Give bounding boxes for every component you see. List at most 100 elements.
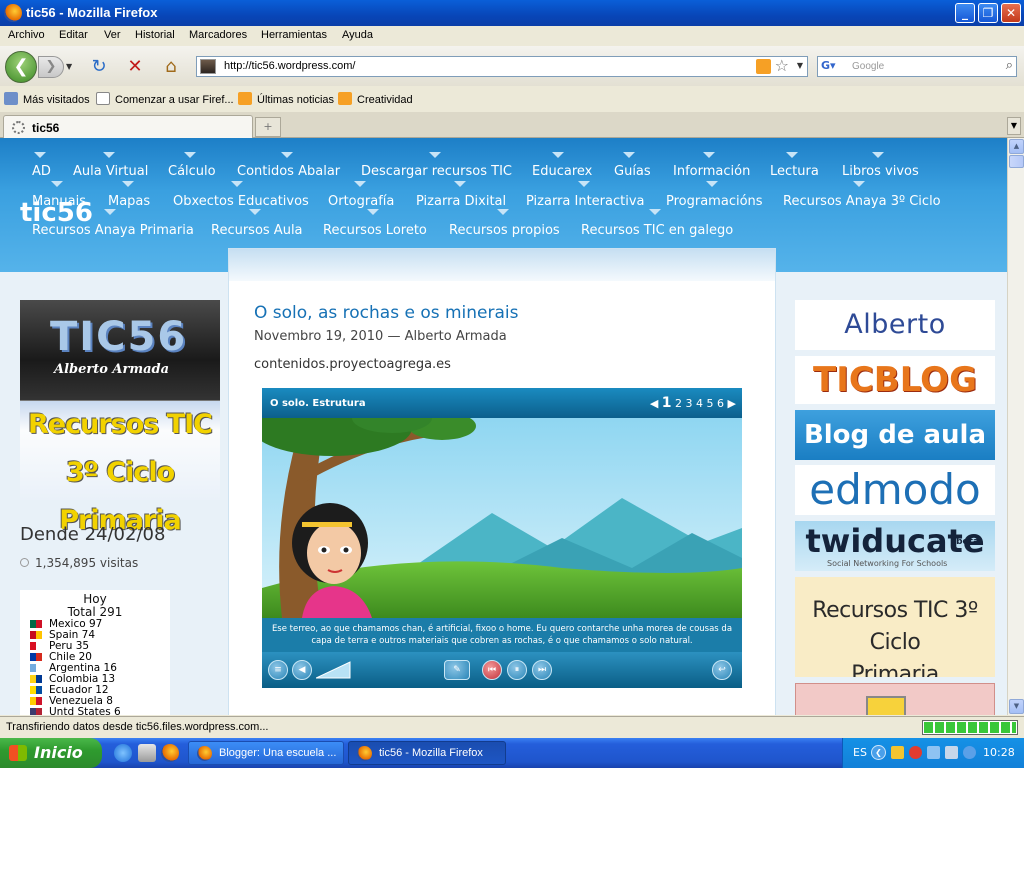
address-dropdown-icon[interactable]: ▼ — [797, 61, 803, 70]
firefox-quicklaunch-icon[interactable] — [161, 744, 179, 762]
country-flag-icon — [30, 664, 42, 672]
nav-ortografia[interactable]: Ortografía — [328, 181, 394, 209]
sync-icon[interactable] — [963, 746, 976, 759]
nav-guias[interactable]: Guías — [614, 152, 651, 179]
search-magnifier-icon[interactable]: ⌕ — [1006, 58, 1013, 73]
stop-icon[interactable]: ✕ — [124, 56, 146, 78]
bookmark-star-icon[interactable]: ☆ — [775, 56, 789, 75]
menu-archivo[interactable]: Archivo — [8, 29, 45, 41]
address-bar[interactable]: http://tic56.wordpress.com/ ☆ ▼ — [196, 56, 808, 77]
google-engine-icon[interactable]: G▾ — [821, 59, 839, 74]
volume-icon[interactable]: ◀ — [292, 660, 312, 680]
system-clock[interactable]: 10:28 — [983, 746, 1015, 759]
bookmark-ultimas-noticias[interactable]: Últimas noticias — [238, 92, 334, 106]
nav-aula-virtual[interactable]: Aula Virtual — [73, 152, 148, 179]
recursos-tic-ciclo-banner[interactable]: Recursos TIC 3º Ciclo Primaria — [795, 577, 995, 677]
close-button[interactable]: ✕ — [1001, 3, 1021, 23]
blog-de-aula-banner[interactable]: Blog de aula — [795, 410, 995, 460]
vertical-scrollbar[interactable]: ▲ ▼ — [1007, 138, 1024, 715]
ticblog-banner[interactable]: TICBLOG — [795, 356, 995, 404]
taskbar-item-blogger[interactable]: Blogger: Una escuela ... — [188, 741, 344, 765]
post-title[interactable]: O solo, as rochas e os minerais — [254, 303, 519, 323]
window-titlebar[interactable]: tic56 - Mozilla Firefox _ ❐ ✕ — [0, 0, 1024, 26]
network-icon[interactable] — [927, 746, 940, 759]
glossary-icon[interactable]: ✎ — [444, 660, 470, 680]
menu-icon[interactable]: ≡ — [268, 660, 288, 680]
flash-current-page[interactable]: 1 — [662, 395, 672, 411]
reload-icon[interactable]: ↻ — [88, 56, 110, 78]
nav-arrow-icon — [184, 152, 196, 158]
exit-icon[interactable]: ↩ — [712, 660, 732, 680]
minimize-button[interactable]: _ — [955, 3, 975, 23]
nav-recursos-anaya-3[interactable]: Recursos Anaya 3º Ciclo — [783, 181, 941, 209]
menu-herramientas[interactable]: Herramientas — [261, 29, 327, 41]
menu-marcadores[interactable]: Marcadores — [189, 29, 247, 41]
taskbar-item-label: tic56 - Mozilla Firefox — [379, 747, 483, 759]
nav-recursos-aula[interactable]: Recursos Aula — [211, 209, 303, 238]
tray-expand-icon[interactable]: ❮ — [871, 745, 886, 760]
nav-lectura[interactable]: Lectura — [770, 152, 819, 179]
nav-recursos-propios[interactable]: Recursos propios — [449, 209, 560, 238]
nav-educarex[interactable]: Educarex — [532, 152, 592, 179]
nav-programacions[interactable]: Programacións — [666, 181, 763, 209]
nav-obxectos-educativos[interactable]: Obxectos Educativos — [173, 181, 309, 209]
nav-recursos-anaya-primaria[interactable]: Recursos Anaya Primaria — [32, 209, 194, 238]
flash-embed[interactable]: O solo. Estrutura ◀ 1 2 3 4 5 6 ▶ Ese te… — [262, 388, 742, 688]
country-counter-widget[interactable]: Hoy Total 291 Mexico 97 Spain 74 Peru 35 Ch… — [20, 590, 170, 715]
restore-button[interactable]: ❐ — [978, 3, 998, 23]
new-tab-button[interactable]: + — [255, 117, 281, 137]
nav-arrow-icon — [872, 152, 884, 158]
language-indicator[interactable]: ES — [853, 746, 867, 759]
twiducate-banner[interactable]: twiducate beta Social Networking For Sch… — [795, 521, 995, 571]
antivirus-icon[interactable] — [909, 746, 922, 759]
menu-ver[interactable]: Ver — [104, 29, 121, 41]
bookmark-mas-visitados[interactable]: Más visitados — [4, 92, 90, 106]
recursos-tic-banner[interactable]: Recursos TIC 3º Ciclo Primaria — [20, 400, 220, 536]
tab-list-dropdown-icon[interactable]: ▼ — [1007, 117, 1021, 135]
internet-explorer-icon[interactable] — [114, 744, 132, 762]
nav-pizarra-dixital[interactable]: Pizarra Dixital — [416, 181, 506, 209]
bookmark-comenzar[interactable]: Comenzar a usar Firef... — [96, 92, 234, 106]
menu-editar[interactable]: Editar — [59, 29, 88, 41]
home-icon[interactable]: ⌂ — [160, 56, 182, 78]
nav-descargar-recursos[interactable]: Descargar recursos TIC — [361, 152, 512, 179]
nav-manuais[interactable]: Manuais — [32, 181, 86, 209]
scroll-down-button[interactable]: ▼ — [1009, 699, 1024, 714]
rewind-icon[interactable]: ⏮ — [482, 660, 502, 680]
nav-ad[interactable]: AD — [32, 152, 51, 179]
rss-feed-icon[interactable] — [756, 59, 771, 74]
bookmark-creatividad[interactable]: Creatividad — [338, 92, 413, 106]
volume-tray-icon[interactable] — [945, 746, 958, 759]
history-dropdown-icon[interactable]: ▼ — [66, 62, 72, 71]
edmodo-banner[interactable]: edmodo — [795, 465, 995, 515]
flash-pagination[interactable]: ◀ 1 2 3 4 5 6 ▶ — [650, 395, 736, 411]
nav-calculo[interactable]: Cálculo — [168, 152, 216, 179]
computer-banner[interactable] — [795, 683, 995, 715]
nav-libros-vivos[interactable]: Libros vivos — [842, 152, 919, 179]
address-url[interactable]: http://tic56.wordpress.com/ — [224, 60, 355, 72]
skip-forward-icon[interactable]: ⏭ — [532, 660, 552, 680]
pause-icon[interactable]: ⏸ — [507, 660, 527, 680]
start-button[interactable]: Inicio — [0, 738, 102, 768]
scroll-up-button[interactable]: ▲ — [1009, 139, 1024, 154]
nav-contidos-abalar[interactable]: Contidos Abalar — [237, 152, 340, 179]
nav-informacion[interactable]: Información — [673, 152, 750, 179]
forward-button[interactable]: ❯ — [38, 56, 64, 78]
show-desktop-icon[interactable] — [138, 744, 156, 762]
search-box[interactable]: G▾ Google ⌕ — [817, 56, 1017, 77]
volume-slider[interactable] — [316, 660, 352, 680]
tic56-logo-banner[interactable]: TIC56 Alberto Armada — [20, 300, 220, 400]
menu-historial[interactable]: Historial — [135, 29, 175, 41]
back-button[interactable]: ❮ — [5, 51, 37, 83]
nav-recursos-tic-galego[interactable]: Recursos TIC en galego — [581, 209, 733, 238]
flash-pages[interactable]: 2 3 4 5 6 — [675, 397, 724, 410]
nav-recursos-loreto[interactable]: Recursos Loreto — [323, 209, 427, 238]
security-shield-icon[interactable] — [891, 746, 904, 759]
taskbar-item-tic56[interactable]: tic56 - Mozilla Firefox — [348, 741, 506, 765]
nav-pizarra-interactiva[interactable]: Pizarra Interactiva — [526, 181, 645, 209]
menu-ayuda[interactable]: Ayuda — [342, 29, 373, 41]
scroll-thumb[interactable] — [1009, 155, 1024, 168]
tab-tic56[interactable]: tic56 — [3, 115, 253, 138]
alberto-armada-banner[interactable]: Alberto Armada — [795, 300, 995, 350]
nav-mapas[interactable]: Mapas — [108, 181, 150, 209]
